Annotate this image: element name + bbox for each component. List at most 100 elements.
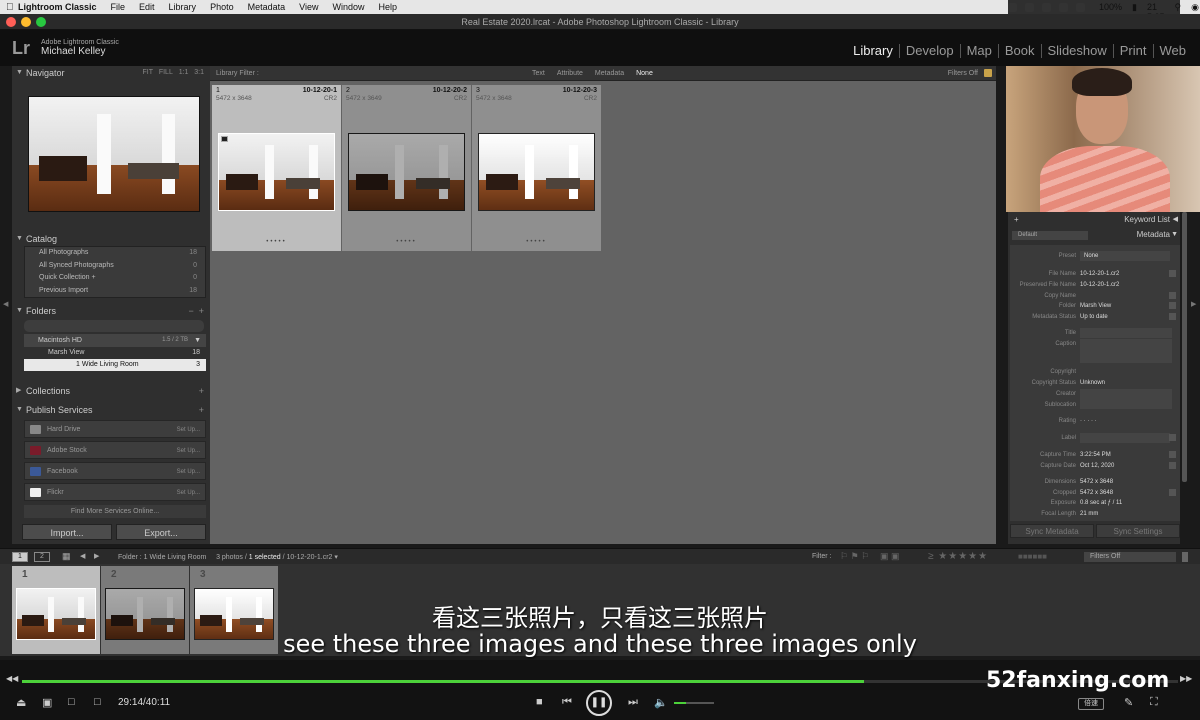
import-button[interactable]: Import...: [22, 524, 112, 540]
right-panel-scrollbar[interactable]: [1182, 212, 1187, 482]
collapse-triangle-icon[interactable]: ▼: [16, 304, 23, 318]
zoom-window-icon[interactable]: [36, 17, 46, 27]
metadata-row-sublocation[interactable]: Sublocation: [1010, 400, 1180, 410]
zoom-fill[interactable]: FILL: [159, 69, 173, 76]
rating-filter-stars[interactable]: ≥ ★★★★★: [928, 551, 988, 562]
volume-slider[interactable]: [674, 702, 714, 704]
sync-settings-button[interactable]: Sync Settings: [1096, 524, 1180, 538]
wifi-icon[interactable]: [1076, 2, 1085, 12]
sync-metadata-button[interactable]: Sync Metadata: [1010, 524, 1094, 538]
publish-hard-drive[interactable]: Hard Drive Set Up...: [24, 420, 206, 438]
menu-app-name[interactable]: Lightroom Classic: [18, 2, 97, 12]
label-field[interactable]: [1080, 433, 1170, 443]
publish-facebook[interactable]: Facebook Set Up...: [24, 462, 206, 480]
collections-add-icon[interactable]: +: [199, 384, 204, 398]
filter-preset-select[interactable]: Filters Off: [948, 70, 978, 77]
metadata-row-label[interactable]: Label: [1010, 433, 1180, 443]
find-more-services-button[interactable]: Find More Services Online...: [24, 505, 206, 518]
catalog-item-all-synced[interactable]: All Synced Photographs 0: [25, 260, 205, 273]
siri-icon[interactable]: ◉: [1191, 2, 1199, 13]
photo-thumbnail[interactable]: [478, 133, 595, 211]
caption-field[interactable]: [1080, 339, 1172, 363]
filter-metadata[interactable]: Metadata: [595, 70, 624, 77]
module-library[interactable]: Library: [847, 44, 900, 58]
metadata-row-copyright-status[interactable]: Copyright Status Unknown: [1010, 378, 1180, 388]
filmstrip-filter-select[interactable]: Filters Off: [1084, 552, 1176, 562]
metadata-row-rating[interactable]: Rating · · · · ·: [1010, 416, 1180, 426]
module-develop[interactable]: Develop: [900, 44, 961, 58]
next-icon[interactable]: ⏭: [628, 696, 638, 709]
publish-adobe-stock[interactable]: Adobe Stock Set Up...: [24, 441, 206, 459]
airplay-icon[interactable]: [1059, 2, 1068, 12]
set-up-button[interactable]: Set Up...: [177, 463, 200, 481]
pen-icon[interactable]: ✎: [1124, 696, 1133, 709]
chevron-down-icon[interactable]: ▼: [194, 334, 201, 347]
metadata-row-preset[interactable]: Preset None: [1010, 251, 1180, 261]
catalog-header[interactable]: ▼ Catalog: [12, 232, 210, 246]
filter-attribute[interactable]: Attribute: [557, 70, 583, 77]
color-label-filter-icon[interactable]: ■■■■■■: [1018, 552, 1047, 561]
menu-metadata[interactable]: Metadata: [248, 2, 286, 12]
publish-add-icon[interactable]: +: [199, 403, 204, 417]
module-slideshow[interactable]: Slideshow: [1042, 44, 1114, 58]
menu-photo[interactable]: Photo: [210, 2, 234, 12]
playback-speed-button[interactable]: 倍速: [1078, 698, 1104, 710]
creative-cloud-icon[interactable]: [1008, 2, 1017, 12]
metadata-value[interactable]: 10-12-20-1.cr2: [1080, 269, 1119, 279]
lock-icon[interactable]: [984, 69, 992, 77]
metadata-action-icon[interactable]: [1169, 302, 1176, 309]
chat-icon[interactable]: □: [68, 696, 75, 708]
collapse-triangle-icon[interactable]: ▼: [16, 232, 23, 246]
second-window-button[interactable]: 2: [34, 552, 50, 562]
metadata-row-folder[interactable]: Folder Marsh View: [1010, 301, 1180, 311]
navigator-header[interactable]: ▼ Navigator FIT FILL 1:1 3:1: [12, 66, 210, 80]
main-window-button[interactable]: 1: [12, 552, 28, 562]
rewind-icon[interactable]: ◀◀: [6, 674, 18, 683]
zoom-1-1[interactable]: 1:1: [179, 69, 189, 76]
expand-triangle-icon[interactable]: ▶: [16, 384, 21, 398]
module-map[interactable]: Map: [961, 44, 999, 58]
metadata-row-status[interactable]: Metadata Status Up to date: [1010, 312, 1180, 322]
folders-search-input[interactable]: [24, 320, 204, 332]
pause-icon[interactable]: ❚❚: [586, 690, 612, 716]
rating-dots[interactable]: · · · · ·: [1080, 416, 1097, 426]
module-book[interactable]: Book: [999, 44, 1042, 58]
export-button[interactable]: Export...: [116, 524, 206, 540]
grid-icon[interactable]: ▦: [62, 551, 71, 562]
collapse-triangle-icon[interactable]: ▼: [16, 66, 23, 80]
publish-services-header[interactable]: ▼ Publish Services +: [12, 403, 210, 417]
folder-marsh-view[interactable]: Marsh View 18: [24, 347, 206, 359]
chevron-down-icon[interactable]: ▾: [334, 554, 338, 561]
volume-macintosh-hd[interactable]: Macintosh HD 1.5 / 2 TB ▼: [24, 334, 206, 347]
metadata-action-icon[interactable]: [1169, 462, 1176, 469]
metadata-action-icon[interactable]: [1169, 313, 1176, 320]
clipboard-icon[interactable]: [1042, 2, 1051, 12]
menu-help[interactable]: Help: [379, 2, 398, 12]
metadata-row-cropped[interactable]: Cropped 5472 x 3648: [1010, 488, 1180, 498]
rating-dots[interactable]: •••••: [472, 239, 601, 245]
filter-text[interactable]: Text: [532, 70, 545, 77]
metadata-action-icon[interactable]: [1169, 292, 1176, 299]
filmstrip-source-path[interactable]: Folder : 1 Wide Living Room 3 photos / 1…: [118, 553, 338, 561]
set-up-button[interactable]: Set Up...: [177, 442, 200, 460]
menu-window[interactable]: Window: [332, 2, 364, 12]
title-field[interactable]: [1080, 328, 1172, 338]
folders-add-icon[interactable]: − +: [188, 304, 204, 318]
folder-wide-living-room[interactable]: 1 Wide Living Room 3: [24, 359, 206, 371]
stop-icon[interactable]: ■: [536, 696, 543, 708]
previous-icon[interactable]: ⏮: [562, 696, 572, 709]
metadata-action-icon[interactable]: [1169, 451, 1176, 458]
keyword-list-header[interactable]: + Keyword List ◀: [1008, 212, 1180, 227]
collections-header[interactable]: ▶ Collections +: [12, 384, 210, 398]
add-keyword-icon[interactable]: +: [1014, 212, 1019, 227]
menu-library[interactable]: Library: [169, 2, 197, 12]
publish-flickr[interactable]: Flickr Set Up...: [24, 483, 206, 501]
metadata-header[interactable]: Default Metadata ▼: [1008, 227, 1180, 243]
menu-view[interactable]: View: [299, 2, 318, 12]
back-arrow-icon[interactable]: ◀: [80, 552, 85, 560]
zoom-fit[interactable]: FIT: [142, 69, 153, 76]
catalog-item-previous-import[interactable]: Previous Import 18: [25, 285, 205, 298]
apple-icon[interactable]: : [6, 2, 18, 13]
set-up-button[interactable]: Set Up...: [177, 421, 200, 439]
fullscreen-icon[interactable]: ⛶: [1150, 696, 1158, 709]
